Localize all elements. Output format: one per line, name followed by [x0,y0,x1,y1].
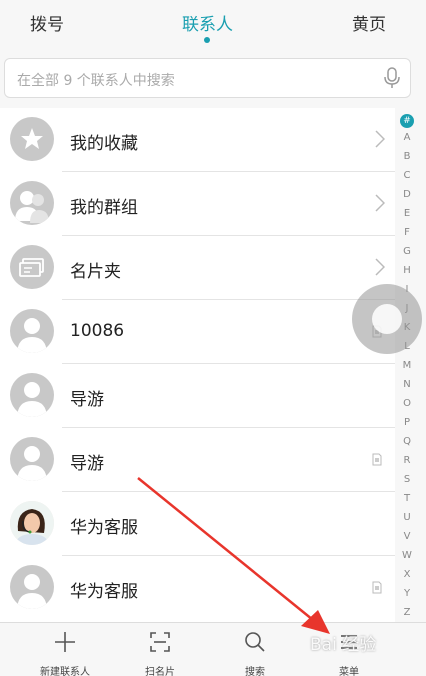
sim-card-icon [372,581,382,594]
index-letter[interactable]: X [395,569,419,580]
tab-dial[interactable]: 拨号 [30,10,64,35]
search-placeholder: 在全部 9 个联系人中搜索 [17,73,175,89]
floating-assist-button[interactable] [352,284,422,354]
list-item-contact[interactable]: 华为客服 [0,556,395,620]
search-button[interactable]: 搜索 [215,623,295,676]
index-letter[interactable]: Y [395,588,419,599]
chevron-right-icon [375,130,385,148]
watermark: Bai 经验 [310,635,377,655]
contact-list: 我的收藏 我的群组 名片夹 10086 导游 导游 华为客服 华为客服 [0,108,395,622]
index-letter[interactable]: R [395,455,419,466]
card-icon [10,245,54,289]
row-label: 10086 [70,321,125,341]
index-letter[interactable]: S [395,474,419,485]
index-letter[interactable]: Z [395,607,419,618]
index-letter[interactable]: H [395,265,419,276]
list-item-contact[interactable]: 导游 [0,364,395,428]
person-icon [10,565,54,609]
search-input[interactable]: 在全部 9 个联系人中搜索 [4,58,411,98]
row-label: 华为客服 [70,582,138,602]
list-item-contact[interactable]: 10086 [0,300,395,364]
chevron-right-icon [375,194,385,212]
index-letter[interactable]: E [395,208,419,219]
person-icon [10,309,54,353]
scan-icon [150,632,170,652]
person-icon [10,437,54,481]
index-letter[interactable]: U [395,512,419,523]
list-item-contact[interactable]: 华为客服 [0,492,395,556]
index-letter[interactable]: F [395,227,419,238]
menu-label: 菜单 [339,667,359,676]
list-item-favorites[interactable]: 我的收藏 [0,108,395,172]
list-item-contact[interactable]: 导游 [0,428,395,492]
index-letter[interactable]: O [395,398,419,409]
index-letter[interactable]: C [395,170,419,181]
new-contact-button[interactable]: 新建联系人 [25,623,105,676]
new-contact-label: 新建联系人 [40,667,90,676]
row-label: 名片夹 [70,262,121,282]
star-icon [10,117,54,161]
index-letter[interactable]: N [395,379,419,390]
alphabet-index[interactable]: ABCDEFGHIJKLMNOPQRSTUVWXYZ [395,108,419,622]
row-label: 我的收藏 [70,134,138,154]
search-icon [245,632,265,652]
scan-card-button[interactable]: 扫名片 [120,623,200,676]
list-item-groups[interactable]: 我的群组 [0,172,395,236]
scan-card-label: 扫名片 [145,667,175,676]
row-label: 导游 [70,454,104,474]
floating-assist-inner [372,304,402,334]
index-letter[interactable]: V [395,531,419,542]
index-letter[interactable]: T [395,493,419,504]
index-letter[interactable]: D [395,189,419,200]
active-tab-indicator [204,37,210,43]
sim-card-icon [372,453,382,466]
row-label: 我的群组 [70,198,138,218]
index-letter[interactable]: W [395,550,419,561]
tab-contacts[interactable]: 联系人 [182,10,233,35]
mic-icon[interactable] [384,67,400,89]
row-label: 华为客服 [70,518,138,538]
list-item-business-cards[interactable]: 名片夹 [0,236,395,300]
chevron-right-icon [375,258,385,276]
index-letter[interactable]: M [395,360,419,371]
tab-yellow-pages[interactable]: 黄页 [352,10,386,35]
person-icon [10,373,54,417]
index-letter[interactable]: B [395,151,419,162]
index-letter[interactable]: A [395,132,419,143]
index-letter[interactable]: Q [395,436,419,447]
index-letter[interactable]: G [395,246,419,257]
row-label: 导游 [70,390,104,410]
index-letter[interactable]: P [395,417,419,428]
search-label: 搜索 [245,667,265,676]
top-tabs: 拨号 联系人 黄页 [0,0,426,50]
plus-icon [55,632,75,652]
agent-photo [10,501,54,545]
index-letter-hash[interactable]: # [400,114,414,128]
group-icon [10,181,54,225]
